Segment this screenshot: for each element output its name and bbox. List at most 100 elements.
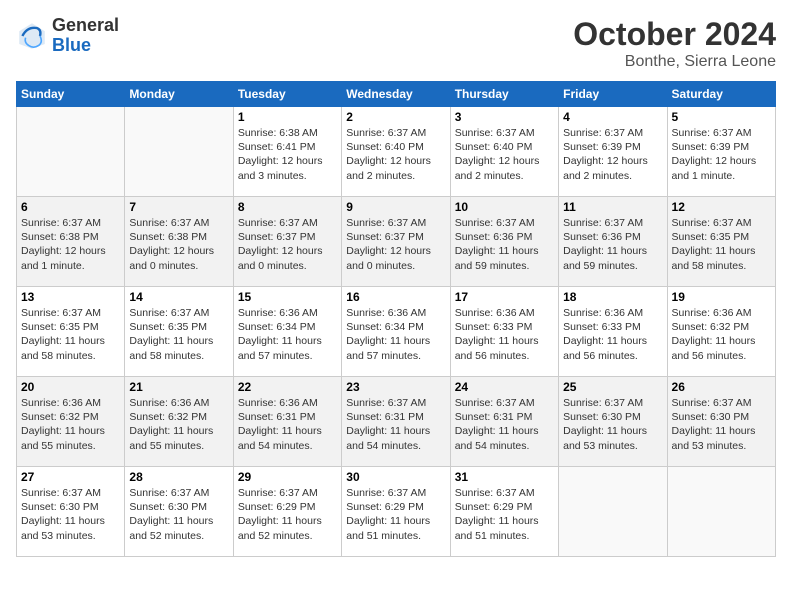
calendar-cell: 13Sunrise: 6:37 AM Sunset: 6:35 PM Dayli… [17, 287, 125, 377]
calendar-cell: 2Sunrise: 6:37 AM Sunset: 6:40 PM Daylig… [342, 107, 450, 197]
day-number: 28 [129, 470, 228, 484]
logo-text: General Blue [52, 16, 119, 56]
day-info: Sunrise: 6:38 AM Sunset: 6:41 PM Dayligh… [238, 126, 337, 183]
calendar-cell: 1 Sunrise: 6:38 AM Sunset: 6:41 PM Daylig… [233, 107, 341, 197]
day-number: 24 [455, 380, 554, 394]
day-info: Sunrise: 6:36 AM Sunset: 6:34 PM Dayligh… [346, 306, 445, 363]
day-info: Sunrise: 6:37 AM Sunset: 6:40 PM Dayligh… [455, 126, 554, 183]
column-header-friday: Friday [559, 82, 667, 107]
calendar-cell: 17 Sunrise: 6:36 AM Sunset: 6:33 PM Dayli… [450, 287, 558, 377]
day-number: 23 [346, 380, 445, 394]
day-number: 22 [238, 380, 337, 394]
day-number: 17 [455, 290, 554, 304]
day-number: 4 [563, 110, 662, 124]
title-block: October 2024 Bonthe, Sierra Leone [573, 16, 776, 71]
calendar-cell: 7 Sunrise: 6:37 AM Sunset: 6:38 PM Daylig… [125, 197, 233, 287]
day-number: 15 [238, 290, 337, 304]
calendar-cell [125, 107, 233, 197]
calendar-cell: 9Sunrise: 6:37 AM Sunset: 6:37 PM Daylig… [342, 197, 450, 287]
calendar-cell: 3 Sunrise: 6:37 AM Sunset: 6:40 PM Daylig… [450, 107, 558, 197]
day-info: Sunrise: 6:37 AM Sunset: 6:30 PM Dayligh… [563, 396, 662, 453]
day-info: Sunrise: 6:37 AM Sunset: 6:30 PM Dayligh… [129, 486, 228, 543]
day-number: 14 [129, 290, 228, 304]
day-info: Sunrise: 6:37 AM Sunset: 6:31 PM Dayligh… [346, 396, 445, 453]
calendar-cell: 27 Sunrise: 6:37 AM Sunset: 6:30 PM Dayli… [17, 467, 125, 557]
column-header-thursday: Thursday [450, 82, 558, 107]
month-year-title: October 2024 [573, 16, 776, 53]
calendar-cell: 29Sunrise: 6:37 AM Sunset: 6:29 PM Dayli… [233, 467, 341, 557]
calendar-cell [667, 467, 775, 557]
calendar-cell: 18 Sunrise: 6:36 AM Sunset: 6:33 PM Dayli… [559, 287, 667, 377]
day-info: Sunrise: 6:36 AM Sunset: 6:32 PM Dayligh… [21, 396, 120, 453]
day-number: 19 [672, 290, 771, 304]
page-header: General Blue October 2024 Bonthe, Sierra… [16, 16, 776, 71]
column-header-saturday: Saturday [667, 82, 775, 107]
calendar-cell: 25 Sunrise: 6:37 AM Sunset: 6:30 PM Dayli… [559, 377, 667, 467]
day-info: Sunrise: 6:37 AM Sunset: 6:29 PM Dayligh… [346, 486, 445, 543]
calendar-cell: 8 Sunrise: 6:37 AM Sunset: 6:37 PM Daylig… [233, 197, 341, 287]
day-info: Sunrise: 6:37 AM Sunset: 6:30 PM Dayligh… [21, 486, 120, 543]
calendar-cell [17, 107, 125, 197]
calendar-cell: 6Sunrise: 6:37 AM Sunset: 6:38 PM Daylig… [17, 197, 125, 287]
day-number: 8 [238, 200, 337, 214]
calendar-cell: 30Sunrise: 6:37 AM Sunset: 6:29 PM Dayli… [342, 467, 450, 557]
calendar-cell: 22Sunrise: 6:36 AM Sunset: 6:31 PM Dayli… [233, 377, 341, 467]
day-info: Sunrise: 6:37 AM Sunset: 6:39 PM Dayligh… [563, 126, 662, 183]
calendar-cell: 5 Sunrise: 6:37 AM Sunset: 6:39 PM Daylig… [667, 107, 775, 197]
day-info: Sunrise: 6:36 AM Sunset: 6:34 PM Dayligh… [238, 306, 337, 363]
day-number: 10 [455, 200, 554, 214]
calendar-week-row: 13Sunrise: 6:37 AM Sunset: 6:35 PM Dayli… [17, 287, 776, 377]
column-header-wednesday: Wednesday [342, 82, 450, 107]
column-header-sunday: Sunday [17, 82, 125, 107]
calendar-cell: 15 Sunrise: 6:36 AM Sunset: 6:34 PM Dayli… [233, 287, 341, 377]
calendar-cell: 24 Sunrise: 6:37 AM Sunset: 6:31 PM Dayli… [450, 377, 558, 467]
calendar-cell: 23 Sunrise: 6:37 AM Sunset: 6:31 PM Dayli… [342, 377, 450, 467]
calendar-cell: 31Sunrise: 6:37 AM Sunset: 6:29 PM Dayli… [450, 467, 558, 557]
calendar-cell: 4 Sunrise: 6:37 AM Sunset: 6:39 PM Daylig… [559, 107, 667, 197]
calendar-week-row: 27 Sunrise: 6:37 AM Sunset: 6:30 PM Dayli… [17, 467, 776, 557]
calendar-cell [559, 467, 667, 557]
calendar-cell: 14Sunrise: 6:37 AM Sunset: 6:35 PM Dayli… [125, 287, 233, 377]
day-info: Sunrise: 6:37 AM Sunset: 6:39 PM Dayligh… [672, 126, 771, 183]
day-number: 16 [346, 290, 445, 304]
day-number: 1 [238, 110, 337, 124]
day-info: Sunrise: 6:37 AM Sunset: 6:36 PM Dayligh… [455, 216, 554, 273]
calendar-cell: 10 Sunrise: 6:37 AM Sunset: 6:36 PM Dayli… [450, 197, 558, 287]
calendar-cell: 28 Sunrise: 6:37 AM Sunset: 6:30 PM Dayli… [125, 467, 233, 557]
day-number: 21 [129, 380, 228, 394]
day-number: 2 [346, 110, 445, 124]
day-info: Sunrise: 6:36 AM Sunset: 6:33 PM Dayligh… [563, 306, 662, 363]
calendar-cell: 21 Sunrise: 6:36 AM Sunset: 6:32 PM Dayli… [125, 377, 233, 467]
day-number: 7 [129, 200, 228, 214]
day-info: Sunrise: 6:37 AM Sunset: 6:30 PM Dayligh… [672, 396, 771, 453]
day-info: Sunrise: 6:37 AM Sunset: 6:29 PM Dayligh… [455, 486, 554, 543]
logo-blue-text: Blue [52, 36, 119, 56]
day-info: Sunrise: 6:37 AM Sunset: 6:37 PM Dayligh… [238, 216, 337, 273]
column-header-tuesday: Tuesday [233, 82, 341, 107]
day-number: 3 [455, 110, 554, 124]
calendar-cell: 12 Sunrise: 6:37 AM Sunset: 6:35 PM Dayli… [667, 197, 775, 287]
day-number: 18 [563, 290, 662, 304]
day-number: 12 [672, 200, 771, 214]
calendar-cell: 16 Sunrise: 6:36 AM Sunset: 6:34 PM Dayli… [342, 287, 450, 377]
day-info: Sunrise: 6:37 AM Sunset: 6:38 PM Dayligh… [129, 216, 228, 273]
day-info: Sunrise: 6:36 AM Sunset: 6:32 PM Dayligh… [129, 396, 228, 453]
day-number: 5 [672, 110, 771, 124]
day-info: Sunrise: 6:37 AM Sunset: 6:37 PM Dayligh… [346, 216, 445, 273]
day-number: 25 [563, 380, 662, 394]
calendar-cell: 20Sunrise: 6:36 AM Sunset: 6:32 PM Dayli… [17, 377, 125, 467]
day-info: Sunrise: 6:37 AM Sunset: 6:31 PM Dayligh… [455, 396, 554, 453]
day-number: 11 [563, 200, 662, 214]
day-info: Sunrise: 6:37 AM Sunset: 6:29 PM Dayligh… [238, 486, 337, 543]
day-number: 13 [21, 290, 120, 304]
day-info: Sunrise: 6:36 AM Sunset: 6:32 PM Dayligh… [672, 306, 771, 363]
calendar-week-row: 20Sunrise: 6:36 AM Sunset: 6:32 PM Dayli… [17, 377, 776, 467]
day-info: Sunrise: 6:36 AM Sunset: 6:33 PM Dayligh… [455, 306, 554, 363]
day-info: Sunrise: 6:37 AM Sunset: 6:35 PM Dayligh… [672, 216, 771, 273]
column-header-monday: Monday [125, 82, 233, 107]
calendar-week-row: 6Sunrise: 6:37 AM Sunset: 6:38 PM Daylig… [17, 197, 776, 287]
day-info: Sunrise: 6:37 AM Sunset: 6:36 PM Dayligh… [563, 216, 662, 273]
day-number: 27 [21, 470, 120, 484]
day-info: Sunrise: 6:37 AM Sunset: 6:38 PM Dayligh… [21, 216, 120, 273]
calendar-cell: 26Sunrise: 6:37 AM Sunset: 6:30 PM Dayli… [667, 377, 775, 467]
